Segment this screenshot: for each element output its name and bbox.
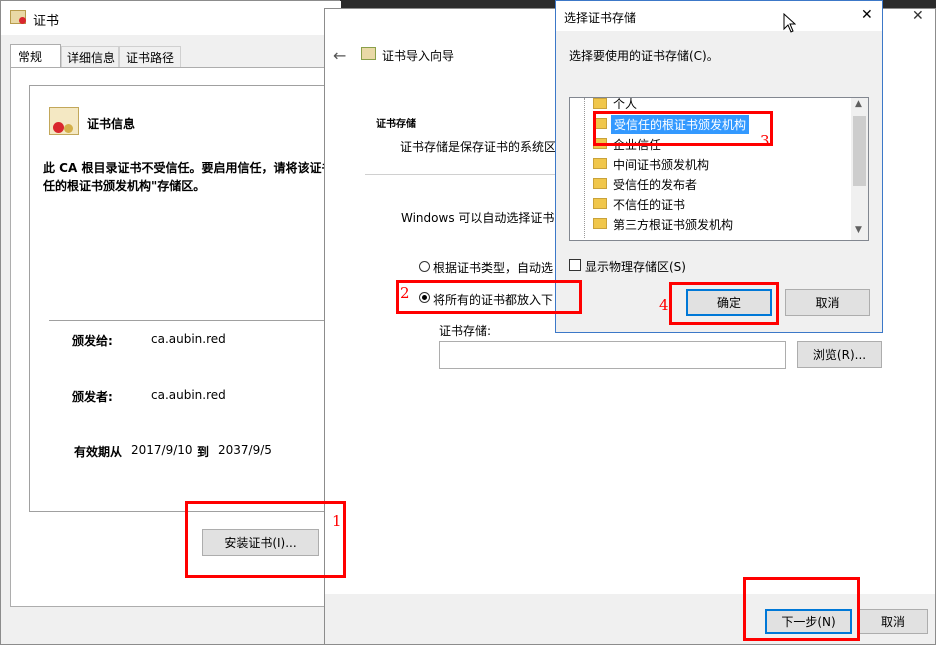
tree-item-untrusted[interactable]: 不信任的证书 bbox=[586, 193, 846, 213]
untrusted-warning-line2: 任的根证书颁发机构"存储区。 bbox=[43, 179, 206, 193]
dialog-close-icon[interactable]: ✕ bbox=[861, 7, 873, 23]
annotation-number-2: 2 bbox=[400, 284, 410, 302]
radio-auto-label[interactable]: 根据证书类型，自动选 bbox=[433, 259, 553, 276]
section-title: 证书存储 bbox=[376, 119, 416, 130]
dialog-title: 选择证书存储 bbox=[564, 11, 637, 25]
annotation-box-ok bbox=[669, 282, 779, 325]
back-arrow-icon[interactable]: ← bbox=[333, 46, 346, 65]
tree-scrollbar[interactable]: ▲ ▼ bbox=[851, 98, 868, 240]
folder-icon bbox=[593, 98, 607, 109]
annotation-number-3: 3 bbox=[760, 132, 770, 150]
tab-details[interactable]: 详细信息 bbox=[61, 46, 119, 68]
valid-to-value: 2037/9/5 bbox=[218, 443, 272, 457]
tree-item-label: 个人 bbox=[613, 97, 638, 111]
annotation-number-4: 4 bbox=[659, 296, 669, 314]
scroll-thumb[interactable] bbox=[853, 116, 866, 186]
auto-select-text: Windows 可以自动选择证书 bbox=[401, 211, 555, 225]
tree-item-trusted-publishers[interactable]: 受信任的发布者 bbox=[586, 173, 846, 193]
dialog-cancel-button[interactable]: 取消 bbox=[785, 289, 870, 316]
tree-item-label: 中间证书颁发机构 bbox=[613, 158, 710, 172]
tab-general[interactable]: 常规 bbox=[10, 44, 61, 68]
store-field[interactable] bbox=[439, 341, 786, 369]
issued-to-value: ca.aubin.red bbox=[151, 332, 226, 346]
untrusted-warning-line1: 此 CA 根目录证书不受信任。要启用信任，请将该证书 bbox=[43, 161, 334, 175]
annotation-number-1: 1 bbox=[332, 512, 342, 530]
annotation-box-install bbox=[185, 501, 346, 578]
valid-to-label: 到 bbox=[197, 445, 210, 459]
tree-item-third-party-root[interactable]: 第三方根证书颁发机构 bbox=[586, 213, 846, 233]
cursor-icon bbox=[783, 13, 796, 33]
divider bbox=[49, 320, 341, 321]
tree-item-label: 受信任的发布者 bbox=[613, 178, 698, 192]
store-field-label: 证书存储: bbox=[439, 324, 492, 338]
close-icon[interactable]: ✕ bbox=[912, 8, 924, 24]
radio-auto-store[interactable] bbox=[419, 261, 430, 272]
valid-from-value: 2017/9/10 bbox=[131, 443, 193, 457]
wizard-icon bbox=[361, 47, 376, 60]
show-physical-label[interactable]: 显示物理存储区(S) bbox=[585, 258, 686, 275]
issued-by-label: 颁发者: bbox=[72, 390, 113, 404]
wizard-cancel-button[interactable]: 取消 bbox=[858, 609, 928, 634]
certificate-icon bbox=[10, 10, 26, 24]
folder-icon bbox=[593, 158, 607, 169]
folder-icon bbox=[593, 178, 607, 189]
wizard-title: 证书导入向导 bbox=[382, 49, 455, 63]
scroll-up-icon[interactable]: ▲ bbox=[855, 99, 862, 109]
annotation-box-radio bbox=[396, 280, 582, 314]
section-description: 证书存储是保存证书的系统区 bbox=[400, 140, 557, 154]
tree-item-label: 第三方根证书颁发机构 bbox=[613, 218, 734, 232]
issued-to-label: 颁发给: bbox=[72, 334, 113, 348]
show-physical-checkbox[interactable] bbox=[569, 259, 581, 271]
browse-button[interactable]: 浏览(R)... bbox=[797, 341, 882, 368]
folder-icon bbox=[593, 198, 607, 209]
scroll-down-icon[interactable]: ▼ bbox=[855, 225, 862, 235]
cert-info-icon bbox=[49, 107, 79, 135]
tree-item-intermediate-ca[interactable]: 中间证书颁发机构 bbox=[586, 153, 846, 173]
cert-window-title: 证书 bbox=[33, 14, 60, 29]
tab-cert-path[interactable]: 证书路径 bbox=[119, 46, 181, 68]
tree-item-label: 不信任的证书 bbox=[613, 198, 686, 212]
valid-from-label: 有效期从 bbox=[74, 445, 123, 459]
issued-by-value: ca.aubin.red bbox=[151, 388, 226, 402]
cert-info-heading: 证书信息 bbox=[87, 117, 136, 131]
store-prompt: 选择要使用的证书存储(C)。 bbox=[569, 49, 719, 63]
annotation-box-trusted-root bbox=[593, 111, 773, 146]
annotation-box-next bbox=[743, 577, 860, 641]
folder-icon bbox=[593, 218, 607, 229]
